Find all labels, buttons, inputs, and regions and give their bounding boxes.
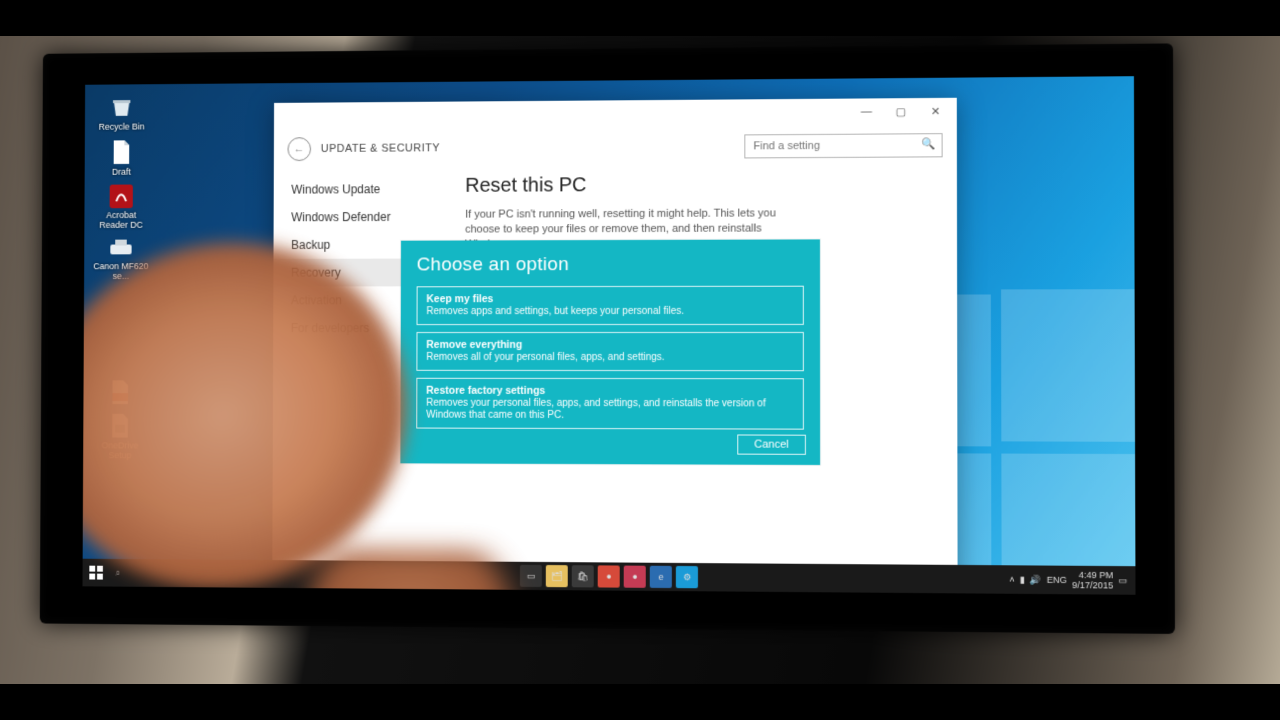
option-title: Keep my files (426, 293, 793, 305)
desktop-icon-onedrive-setup[interactable]: OneDrive Setup (91, 413, 149, 461)
desktop-icon-pdf[interactable] (91, 379, 149, 405)
start-button[interactable] (82, 559, 109, 587)
laptop-bezel: Recycle Bin Draft Acrobat Reader DC (40, 43, 1175, 634)
minimize-button[interactable]: — (849, 100, 883, 122)
taskbar-chrome[interactable]: ● (598, 565, 620, 587)
acrobat-icon (92, 184, 150, 208)
windows-logo-icon (89, 566, 103, 580)
tray-notifications-icon[interactable]: ▭ (1118, 575, 1127, 586)
settings-category-title: UPDATE & SECURITY (321, 142, 440, 155)
dialog-title: Choose an option (417, 254, 804, 277)
installer-icon (91, 413, 149, 439)
option-subtitle: Removes apps and settings, but keeps you… (426, 306, 684, 317)
settings-search[interactable]: 🔍 (744, 133, 942, 158)
maximize-button[interactable]: ▢ (884, 100, 919, 122)
wallpaper-pane (1001, 289, 1135, 442)
icon-label: OneDrive Setup (102, 440, 139, 460)
reset-options-dialog: Choose an option Keep my files Removes a… (400, 239, 820, 465)
recycle-bin-icon (93, 94, 151, 120)
search-icon: 🔍 (922, 137, 936, 150)
tray-time: 4:49 PM (1072, 570, 1113, 581)
taskbar-edge[interactable]: e (650, 566, 672, 588)
desktop-icons: Recycle Bin Draft Acrobat Reader DC (91, 94, 151, 468)
pdf-icon (91, 379, 149, 405)
settings-header: ← UPDATE & SECURITY 🔍 (274, 124, 957, 170)
letterbox (0, 0, 1280, 36)
printer-icon (92, 238, 150, 260)
taskbar-task-view[interactable]: ▭ (520, 565, 542, 587)
sidebar-item-windows-defender[interactable]: Windows Defender (274, 203, 456, 231)
tray-date: 9/17/2015 (1072, 580, 1113, 591)
desktop-icon-acrobat[interactable]: Acrobat Reader DC (92, 184, 150, 229)
icon-label: Draft (112, 167, 131, 177)
taskbar-pinned: ▭ 🗂 🛍 ● ● e ⚙ (226, 563, 1001, 591)
taskbar-settings[interactable]: ⚙ (676, 566, 698, 588)
icon-label: Canon MF620 se... (93, 261, 148, 281)
windows-desktop: Recycle Bin Draft Acrobat Reader DC (82, 76, 1135, 595)
desktop-icon-canon[interactable]: Canon MF620 se... (92, 238, 150, 281)
photo-surround: Recycle Bin Draft Acrobat Reader DC (0, 0, 1280, 720)
close-button[interactable]: ✕ (918, 100, 953, 122)
tray-clock[interactable]: 4:49 PM 9/17/2015 (1072, 570, 1113, 591)
letterbox (0, 684, 1280, 720)
option-keep-my-files[interactable]: Keep my files Removes apps and settings,… (417, 286, 804, 325)
page-title: Reset this PC (465, 173, 926, 198)
search-input[interactable] (744, 133, 942, 158)
taskbar: ⌕ ▭ 🗂 🛍 ● ● e ⚙ ˄ ▮ 🔊 ENG 4:49 PM (82, 559, 1135, 595)
cancel-button[interactable]: Cancel (737, 434, 806, 454)
option-title: Remove everything (426, 339, 793, 351)
document-icon (92, 139, 150, 165)
icon-label: Acrobat Reader DC (99, 210, 143, 230)
option-subtitle: Removes your personal files, apps, and s… (426, 398, 766, 421)
tray-network-icon[interactable]: ▮ (1020, 574, 1025, 585)
desktop-icon-recycle-bin[interactable]: Recycle Bin (93, 94, 151, 132)
option-subtitle: Removes all of your personal files, apps… (426, 352, 664, 363)
tray-language[interactable]: ENG (1047, 575, 1067, 585)
option-title: Restore factory settings (426, 385, 794, 398)
tray-chevron-up-icon[interactable]: ˄ (1009, 574, 1014, 584)
icon-label: Recycle Bin (99, 122, 145, 132)
arrow-left-icon: ← (294, 143, 305, 155)
sidebar-item-windows-update[interactable]: Windows Update (274, 175, 456, 204)
wallpaper-pane (1001, 454, 1135, 575)
option-remove-everything[interactable]: Remove everything Removes all of your pe… (416, 332, 803, 371)
option-restore-factory[interactable]: Restore factory settings Removes your pe… (416, 378, 804, 430)
taskbar-app-red[interactable]: ● (624, 566, 646, 588)
tray-volume-icon[interactable]: 🔊 (1030, 574, 1042, 585)
cortana-search[interactable]: ⌕ (110, 567, 227, 579)
taskbar-file-explorer[interactable]: 🗂 (546, 565, 568, 587)
back-button[interactable]: ← (288, 137, 312, 161)
taskbar-store[interactable]: 🛍 (572, 565, 594, 587)
desktop-icon-draft[interactable]: Draft (92, 139, 150, 177)
taskbar-tray[interactable]: ˄ ▮ 🔊 ENG 4:49 PM 9/17/2015 ▭ (1001, 569, 1135, 590)
